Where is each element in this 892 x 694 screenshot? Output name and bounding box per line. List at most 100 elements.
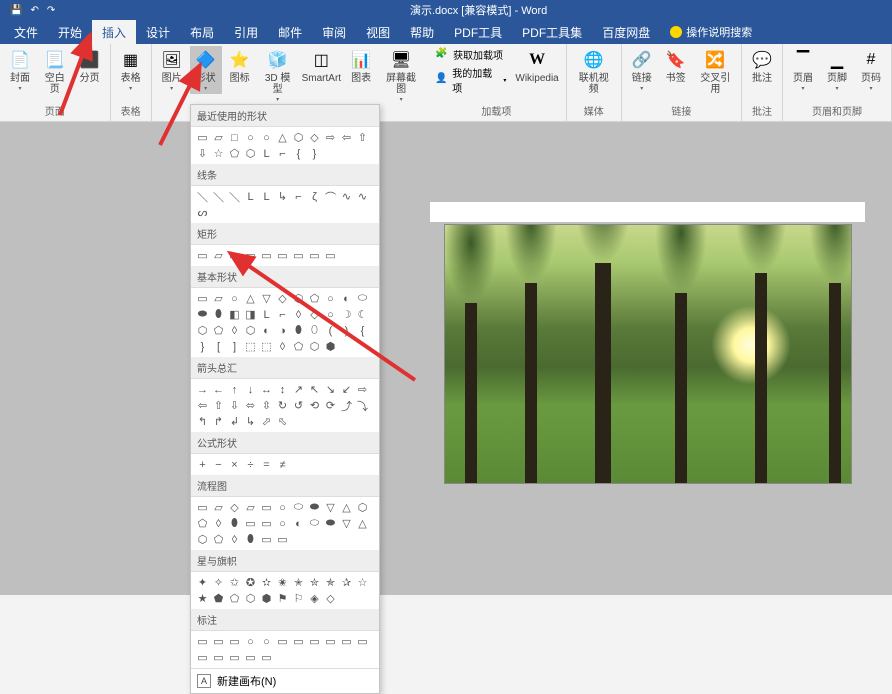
shape-option[interactable]: ⟲ (307, 398, 322, 413)
shape-option[interactable]: ▭ (259, 516, 274, 531)
shape-option[interactable]: ≠ (275, 457, 290, 472)
shape-option[interactable]: × (227, 457, 242, 472)
get-addins-button[interactable]: 🧩获取加载项 (431, 46, 510, 63)
shape-option[interactable]: ⌐ (291, 189, 306, 204)
shape-option[interactable]: ↲ (227, 414, 242, 429)
undo-icon[interactable]: ↶ (30, 5, 38, 16)
shape-option[interactable]: ▱ (211, 500, 226, 515)
shape-option[interactable]: ✧ (211, 575, 226, 590)
shape-option[interactable]: ✫ (259, 575, 274, 590)
3d-models-button[interactable]: 🧊3D 模型▾ (258, 46, 298, 105)
shape-option[interactable]: ◈ (307, 591, 322, 606)
shape-option[interactable]: ☆ (355, 575, 370, 590)
shape-option[interactable]: ○ (259, 634, 274, 649)
header-button[interactable]: ▔页眉▾ (787, 46, 819, 94)
shape-option[interactable]: ↰ (195, 414, 210, 429)
shape-option[interactable]: ⬁ (275, 414, 290, 429)
shape-option[interactable]: ▭ (227, 634, 242, 649)
tab-引用[interactable]: 引用 (224, 20, 268, 45)
tab-审阅[interactable]: 审阅 (312, 20, 356, 45)
shape-option[interactable]: ⬠ (211, 532, 226, 547)
footer-button[interactable]: ▁页脚▾ (821, 46, 853, 94)
new-canvas-button[interactable]: A新建画布(N) (191, 668, 379, 693)
shape-option[interactable]: ○ (243, 634, 258, 649)
shape-option[interactable]: ⬬ (323, 516, 338, 531)
shape-option[interactable]: ⤴ (339, 398, 354, 413)
shape-option[interactable]: } (195, 339, 210, 354)
shape-option[interactable]: ↳ (243, 414, 258, 429)
shape-option[interactable]: ▭ (195, 248, 210, 263)
shape-option[interactable]: ▭ (195, 634, 210, 649)
shape-option[interactable]: ▽ (323, 500, 338, 515)
shape-option[interactable]: ⬟ (211, 591, 226, 606)
shape-option[interactable]: ▭ (275, 634, 290, 649)
shape-option[interactable]: ⇦ (195, 398, 210, 413)
shape-option[interactable]: ▭ (243, 516, 258, 531)
shape-option[interactable]: ᔕ (195, 205, 210, 220)
shape-option[interactable]: ✬ (275, 575, 290, 590)
tab-PDF工具[interactable]: PDF工具 (444, 20, 512, 45)
tab-帮助[interactable]: 帮助 (400, 20, 444, 45)
shape-option[interactable]: ◊ (211, 516, 226, 531)
shape-option[interactable]: ⌒ (323, 189, 338, 204)
shape-option[interactable]: ▭ (211, 650, 226, 665)
shape-option[interactable]: + (195, 457, 210, 472)
chart-button[interactable]: 📊图表 (345, 46, 377, 86)
shape-option[interactable]: → (195, 382, 210, 397)
shape-option[interactable]: ✦ (195, 575, 210, 590)
shape-option[interactable]: ⇩ (227, 398, 242, 413)
shape-option[interactable]: = (259, 457, 274, 472)
link-button[interactable]: 🔗链接▾ (626, 46, 658, 94)
shape-option[interactable]: ⇧ (355, 130, 370, 145)
tab-百度网盘[interactable]: 百度网盘 (592, 20, 660, 45)
shape-option[interactable]: ▭ (275, 532, 290, 547)
shape-option[interactable]: ⇦ (339, 130, 354, 145)
screenshot-button[interactable]: 🖥屏幕截图▾ (379, 46, 423, 105)
shape-option[interactable]: ∿ (355, 189, 370, 204)
shape-option[interactable]: L (259, 189, 274, 204)
shape-option[interactable]: ▽ (339, 516, 354, 531)
shape-option[interactable]: ÷ (243, 457, 258, 472)
tab-设计[interactable]: 设计 (136, 20, 180, 45)
shape-option[interactable]: ∿ (339, 189, 354, 204)
shape-option[interactable]: ▭ (227, 650, 242, 665)
shape-option[interactable]: ▭ (259, 500, 274, 515)
cross-ref-button[interactable]: 🔀交叉引用 (694, 46, 737, 97)
shape-option[interactable]: ▭ (291, 634, 306, 649)
cover-page-button[interactable]: 📄封面▾ (4, 46, 36, 94)
shape-option[interactable]: ⤵ (355, 398, 370, 413)
wikipedia-button[interactable]: WWikipedia (512, 46, 561, 86)
shape-option[interactable]: ▱ (243, 500, 258, 515)
shape-option[interactable]: L (243, 189, 258, 204)
shape-option[interactable]: ⚐ (291, 591, 306, 606)
shape-option[interactable]: ▭ (195, 291, 210, 306)
shape-option[interactable]: ⇨ (323, 130, 338, 145)
shape-option[interactable]: ⬡ (195, 532, 210, 547)
redo-icon[interactable]: ↷ (47, 5, 55, 16)
shapes-dropdown[interactable]: 最近使用的形状▭▱□○○△⬡◇⇨⇦⇧⇩☆⬠⬡L⌐{}线条＼＼＼LL↳⌐ζ⌒∿∿ᔕ… (190, 104, 380, 694)
shape-option[interactable]: △ (275, 130, 290, 145)
shape-option[interactable]: L (259, 146, 274, 161)
shape-option[interactable]: ⌐ (275, 146, 290, 161)
shape-option[interactable]: ζ (307, 189, 322, 204)
shape-option[interactable]: ＼ (227, 189, 242, 204)
shape-option[interactable]: ＼ (195, 189, 210, 204)
shape-option[interactable]: ⬭ (291, 500, 306, 515)
shape-option[interactable]: ＼ (211, 189, 226, 204)
shape-option[interactable]: ▭ (355, 634, 370, 649)
shape-option[interactable]: ★ (195, 591, 210, 606)
shape-option[interactable]: ○ (275, 516, 290, 531)
shape-option[interactable]: ⇧ (211, 398, 226, 413)
shape-option[interactable]: ⬡ (355, 500, 370, 515)
shape-option[interactable]: ⬡ (243, 146, 258, 161)
smartart-button[interactable]: ◫SmartArt (300, 46, 343, 86)
shape-option[interactable]: ○ (259, 130, 274, 145)
shape-option[interactable]: ⬢ (259, 591, 274, 606)
shape-option[interactable]: ⬮ (227, 516, 242, 531)
comment-button[interactable]: 💬批注 (746, 46, 778, 86)
shape-option[interactable]: ⬀ (259, 414, 274, 429)
shape-option[interactable]: ⬬ (195, 307, 210, 322)
online-video-button[interactable]: 🌐联机视频 (571, 46, 617, 97)
save-icon[interactable]: 💾 (10, 5, 22, 16)
tab-文件[interactable]: 文件 (4, 20, 48, 45)
